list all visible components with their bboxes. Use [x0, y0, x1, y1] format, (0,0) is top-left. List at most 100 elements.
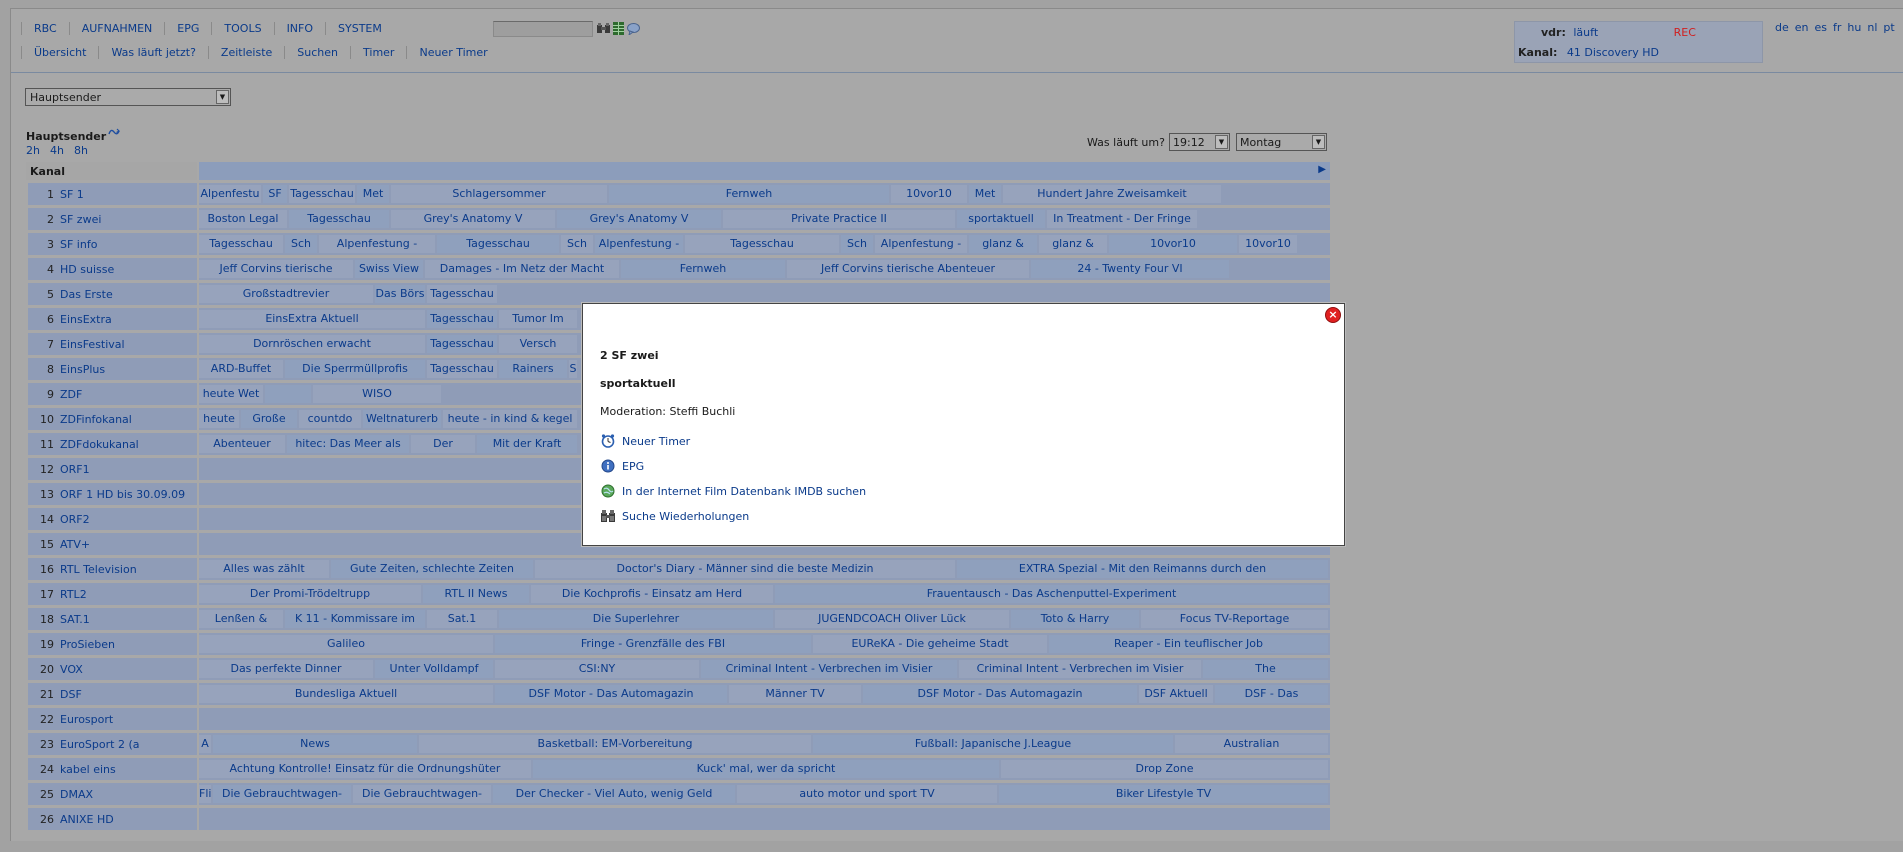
program-event[interactable]: Grey's Anatomy V — [391, 210, 555, 228]
lang-pt[interactable]: pt — [1883, 21, 1894, 34]
day-select[interactable]: Montag ▼ — [1236, 133, 1327, 151]
program-event[interactable]: Fernweh — [609, 185, 889, 203]
program-event[interactable]: Kuck' mal, wer da spricht — [533, 760, 999, 778]
menu-tools[interactable]: TOOLS — [211, 22, 273, 35]
chevron-down-icon[interactable]: ▼ — [216, 90, 229, 104]
channel-name[interactable]: DSF — [60, 688, 82, 701]
channel-name[interactable]: SF info — [60, 238, 97, 251]
program-event[interactable]: WISO — [313, 385, 441, 403]
menu-epg[interactable]: EPG — [164, 22, 211, 35]
channel-name[interactable]: kabel eins — [60, 763, 116, 776]
channel-name[interactable]: ZDFinfokanal — [60, 413, 132, 426]
channel-name[interactable]: ProSieben — [60, 638, 115, 651]
program-event[interactable]: Die Kochprofis - Einsatz am Herd — [531, 585, 773, 603]
menu-aufnahmen[interactable]: AUFNAHMEN — [68, 22, 165, 35]
lang-es[interactable]: es — [1815, 21, 1828, 34]
channel-name[interactable]: VOX — [60, 663, 83, 676]
program-event[interactable]: Die Sperrmüllprofis — [285, 360, 425, 378]
program-event[interactable]: SF — [263, 185, 287, 203]
program-event[interactable]: Biker Lifestyle TV — [999, 785, 1328, 803]
channel-name[interactable]: EinsExtra — [60, 313, 112, 326]
channel-name[interactable]: Das Erste — [60, 288, 113, 301]
program-event[interactable]: Der Promi-Trödeltrupp — [199, 585, 421, 603]
program-event[interactable]: Tagesschau — [437, 235, 559, 253]
action-label[interactable]: Neuer Timer — [622, 435, 690, 448]
program-event[interactable]: Fli — [199, 785, 211, 803]
program-event[interactable]: Damages - Im Netz der Macht — [425, 260, 619, 278]
program-event[interactable]: Focus TV-Reportage — [1141, 610, 1328, 628]
lang-hu[interactable]: hu — [1847, 21, 1861, 34]
action-new-timer[interactable]: Neuer Timer — [600, 433, 690, 449]
hours-2h[interactable]: 2h — [26, 144, 40, 157]
program-event[interactable]: Sat.1 — [427, 610, 497, 628]
program-event[interactable]: Die Gebrauchtwagen- — [353, 785, 491, 803]
program-event[interactable]: S — [569, 360, 577, 378]
hours-8h[interactable]: 8h — [74, 144, 88, 157]
program-event[interactable]: Boston Legal — [199, 210, 287, 228]
program-event[interactable]: Abenteuer — [199, 435, 285, 453]
channel-name[interactable]: ZDFdokukanal — [60, 438, 139, 451]
program-event[interactable]: Alpenfestu — [199, 185, 261, 203]
program-event[interactable]: 10vor10 — [891, 185, 967, 203]
program-event[interactable]: ARD-Buffet — [199, 360, 283, 378]
channel-name[interactable]: ORF1 — [60, 463, 90, 476]
program-event[interactable]: Fringe - Grenzfälle des FBI — [495, 635, 811, 653]
channel-name[interactable]: EuroSport 2 (a — [60, 738, 140, 751]
menu-rbc[interactable]: RBC — [21, 22, 69, 35]
menu-system[interactable]: SYSTEM — [325, 22, 394, 35]
program-event[interactable]: Toto & Harry — [1011, 610, 1139, 628]
menu-info[interactable]: INFO — [273, 22, 325, 35]
program-event[interactable]: DSF Motor - Das Automagazin — [495, 685, 727, 703]
program-event[interactable]: Tagesschau — [427, 285, 497, 303]
program-event[interactable]: Versch — [499, 335, 577, 353]
submenu-suchen[interactable]: Suchen — [284, 46, 350, 59]
channel-name[interactable]: RTL Television — [60, 563, 137, 576]
program-event[interactable]: Tagesschau — [289, 185, 355, 203]
program-event[interactable] — [265, 385, 311, 403]
program-event[interactable]: heute — [199, 410, 239, 428]
channel-name[interactable]: ZDF — [60, 388, 82, 401]
channel-name[interactable]: ORF 1 HD bis 30.09.09 — [60, 488, 185, 501]
program-event[interactable]: Weltnaturerb — [363, 410, 441, 428]
program-event[interactable]: DSF Aktuell — [1139, 685, 1213, 703]
program-event[interactable]: Der Checker - Viel Auto, wenig Geld — [493, 785, 735, 803]
lang-fr[interactable]: fr — [1833, 21, 1841, 34]
program-event[interactable]: heute Wet — [199, 385, 263, 403]
program-event[interactable]: DSF Motor - Das Automagazin — [863, 685, 1137, 703]
program-event[interactable]: Gute Zeiten, schlechte Zeiten — [331, 560, 533, 578]
program-event[interactable]: Galileo — [199, 635, 493, 653]
channel-name[interactable]: ATV+ — [60, 538, 90, 551]
channel-name[interactable]: RTL2 — [60, 588, 87, 601]
search-input[interactable] — [493, 21, 593, 37]
program-event[interactable]: Tagesschau — [199, 235, 283, 253]
channel-name[interactable]: ORF2 — [60, 513, 90, 526]
program-event[interactable]: Australian — [1175, 735, 1328, 753]
time-select[interactable]: 19:12 ▼ — [1169, 133, 1230, 151]
program-event[interactable]: heute - in kind & kegel — [443, 410, 577, 428]
program-event[interactable]: EinsExtra Aktuell — [199, 310, 425, 328]
program-event[interactable]: Criminal Intent - Verbrechen im Visier — [959, 660, 1201, 678]
arrow-right-icon[interactable]: ▶ — [1318, 164, 1326, 175]
refresh-icon[interactable] — [108, 128, 120, 141]
program-event[interactable]: EXTRA Spezial - Mit den Reimanns durch d… — [957, 560, 1328, 578]
program-event[interactable]: glanz & — [969, 235, 1037, 253]
submenu-uebersicht[interactable]: Übersicht — [21, 46, 98, 59]
program-event[interactable]: The — [1203, 660, 1328, 678]
program-event[interactable]: DSF - Das — [1215, 685, 1328, 703]
program-event[interactable]: Tagesschau — [427, 310, 497, 328]
program-event[interactable]: Jeff Corvins tierische Abenteuer — [787, 260, 1029, 278]
action-label[interactable]: Suche Wiederholungen — [622, 510, 749, 523]
channel-name[interactable]: SF 1 — [60, 188, 84, 201]
program-event[interactable]: Bundesliga Aktuell — [199, 685, 493, 703]
program-event[interactable]: Alles was zählt — [199, 560, 329, 578]
program-event[interactable]: Basketball: EM-Vorbereitung — [419, 735, 811, 753]
channel-name[interactable]: EinsFestival — [60, 338, 125, 351]
program-event[interactable]: Das Börs — [375, 285, 425, 303]
hours-4h[interactable]: 4h — [50, 144, 64, 157]
program-event[interactable]: Drop Zone — [1001, 760, 1328, 778]
lang-de[interactable]: de — [1775, 21, 1789, 34]
program-event[interactable]: glanz & — [1039, 235, 1107, 253]
program-event[interactable]: Tagesschau — [427, 335, 497, 353]
search-icon[interactable] — [597, 22, 610, 35]
channel-name[interactable]: ANIXE HD — [60, 813, 114, 826]
